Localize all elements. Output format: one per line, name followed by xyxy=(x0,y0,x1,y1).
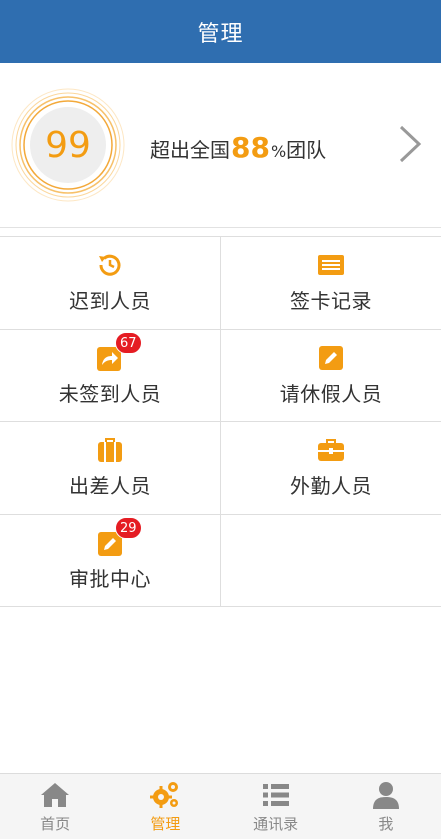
menu-leave-staff[interactable]: 请休假人员 xyxy=(220,329,441,421)
approval-pencil-icon: 29 xyxy=(96,516,142,557)
notification-badge: 67 xyxy=(115,331,142,354)
menu-label: 未签到人员 xyxy=(58,381,162,406)
late-clock-icon xyxy=(96,251,124,279)
menu-business-trip-staff[interactable]: 出差人员 xyxy=(0,422,220,514)
contacts-list-icon xyxy=(260,779,292,811)
grid-row: 29 审批中心 xyxy=(0,514,441,607)
empty-cell xyxy=(220,514,441,606)
page-title: 管理 xyxy=(197,21,244,47)
score-value: 99 xyxy=(45,124,91,166)
tab-label: 管理 xyxy=(150,815,181,833)
tab-home[interactable]: 首页 xyxy=(0,774,110,839)
tab-contacts[interactable]: 通讯录 xyxy=(221,774,331,839)
menu-approval-center[interactable]: 29 审批中心 xyxy=(0,515,220,607)
menu-label: 外勤人员 xyxy=(290,474,372,499)
summary-percent-sign: % xyxy=(270,142,287,161)
luggage-icon xyxy=(96,436,124,464)
menu-signin-records[interactable]: 签卡记录 xyxy=(220,237,441,329)
briefcase-icon xyxy=(317,436,345,464)
summary-percent: 88 xyxy=(231,131,270,164)
menu-label: 出差人员 xyxy=(69,474,151,499)
tab-label: 首页 xyxy=(40,815,71,833)
bottom-tab-bar: 首页 管理 通讯录 我 xyxy=(0,773,441,839)
menu-label: 请休假人员 xyxy=(279,381,383,406)
menu-label: 迟到人员 xyxy=(69,289,151,314)
management-grid: 迟到人员 签卡记录 67 未签到人员 请休假人员 出差人员 外勤人员 29 审批… xyxy=(0,236,441,607)
tab-management[interactable]: 管理 xyxy=(110,774,220,839)
tab-me[interactable]: 我 xyxy=(331,774,441,839)
share-arrow-icon: 67 xyxy=(96,331,142,372)
notification-badge: 29 xyxy=(115,516,142,539)
home-icon xyxy=(39,779,71,811)
summary-suffix: 团队 xyxy=(286,138,327,162)
menu-field-work-staff[interactable]: 外勤人员 xyxy=(220,422,441,514)
grid-row: 67 未签到人员 请休假人员 xyxy=(0,329,441,422)
summary-prefix: 超出全国 xyxy=(150,138,230,162)
menu-late-staff[interactable]: 迟到人员 xyxy=(0,237,220,329)
grid-row: 迟到人员 签卡记录 xyxy=(0,237,441,330)
grid-row: 出差人员 外勤人员 xyxy=(0,422,441,515)
menu-not-signed-staff[interactable]: 67 未签到人员 xyxy=(0,330,220,422)
user-icon xyxy=(370,779,402,811)
tab-label: 通讯录 xyxy=(253,815,299,833)
top-header: 管理 xyxy=(0,0,441,63)
chevron-right-icon[interactable] xyxy=(397,123,423,165)
tab-label: 我 xyxy=(378,815,394,833)
score-card[interactable]: 99 超出全国 88 % 团队 xyxy=(0,63,441,228)
menu-label: 签卡记录 xyxy=(290,289,372,314)
gears-icon xyxy=(149,779,181,811)
record-list-icon xyxy=(317,251,345,279)
edit-pencil-icon xyxy=(317,344,345,372)
score-summary: 超出全国 88 % 团队 xyxy=(150,131,326,167)
menu-label: 审批中心 xyxy=(69,566,151,591)
